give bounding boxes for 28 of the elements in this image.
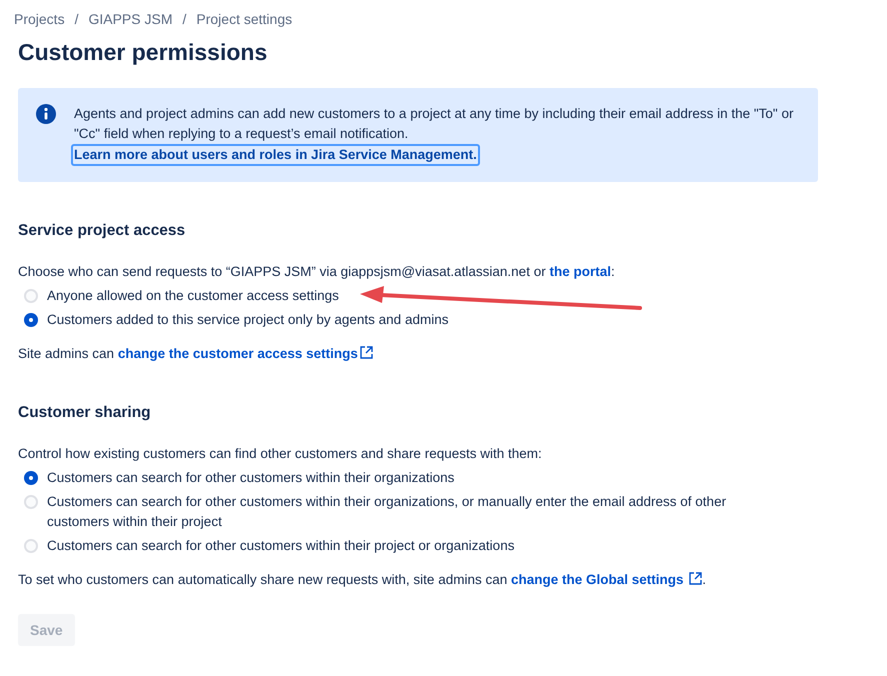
option-label: Customers can search for other customers within their project or organizations: [47, 537, 514, 555]
breadcrumb-separator: /: [74, 11, 78, 27]
page-title: Customer permissions: [18, 39, 268, 66]
radio-button[interactable]: [24, 495, 38, 509]
settings-note: Site admins can change the customer access settings: [18, 344, 869, 364]
breadcrumb-link[interactable]: Projects: [14, 11, 65, 27]
settings-link[interactable]: change the customer access settings: [118, 346, 373, 361]
settings-link[interactable]: change the Global settings: [510, 572, 702, 587]
radio-button[interactable]: [24, 539, 38, 553]
info-text: Agents and project admins can add new customers to a project at any time by including their email address in the "To" or "Cc" field when replying to a request’s email notification.: [74, 105, 794, 143]
section-heading: Customer sharing: [18, 404, 152, 422]
portal-link[interactable]: the portal: [549, 264, 611, 279]
section-description: Choose who can send requests to “GIAPPS JSM” via giappsjsm@viasat.atlassian.net or the portal:: [18, 263, 616, 281]
settings-note: To set who customers can automatically share new requests with, site admins can change the Global settings .: [18, 571, 708, 589]
section-description: Control how existing customers can find other customers and share requests with them:: [18, 445, 543, 463]
learn-more-link[interactable]: Learn more about users and roles in Jira Service Management.: [71, 144, 480, 166]
breadcrumb-separator: /: [182, 11, 186, 27]
breadcrumb-link[interactable]: Project settings: [196, 11, 292, 27]
option-label: Customers can search for other customers within their organizations, or manually enter the email address of other customers within their project: [47, 493, 728, 531]
info-icon: [36, 104, 56, 124]
option-label: Anyone allowed on the customer access settings: [47, 287, 339, 305]
radio-button[interactable]: [24, 289, 38, 303]
section-heading: Service project access: [18, 222, 186, 240]
radio-button[interactable]: [24, 471, 38, 485]
option-label: Customers can search for other customers within their organizations: [47, 469, 454, 487]
radio-button[interactable]: [24, 313, 38, 327]
breadcrumb-link[interactable]: GIAPPS JSM: [88, 11, 172, 27]
option-label: Customers added to this service project only by agents and admins: [47, 311, 448, 329]
